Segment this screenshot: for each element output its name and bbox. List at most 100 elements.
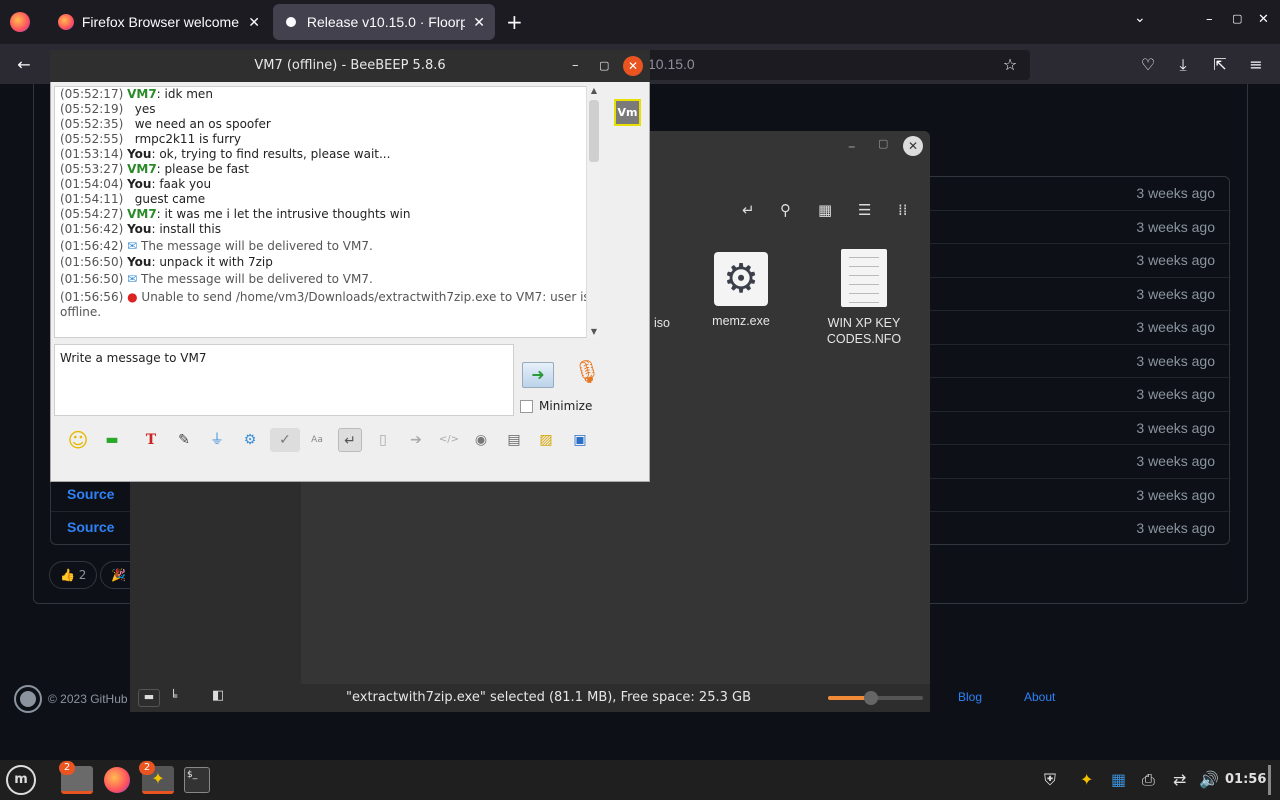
clock[interactable]: 01:56 <box>1225 772 1266 787</box>
compact-view-icon[interactable]: ⁞⁞ <box>898 201 908 219</box>
list-view-icon[interactable]: ☰ <box>858 201 871 219</box>
scrollbar-thumb[interactable] <box>589 100 599 162</box>
spellcheck-icon[interactable]: ✓ <box>270 428 300 452</box>
tab-release[interactable]: Release v10.15.0 · Floorp-P ✕ <box>273 4 495 40</box>
path-toggle-icon[interactable]: ↵ <box>742 201 755 219</box>
tree-icon[interactable]: ╘ <box>170 689 177 703</box>
maximize-icon[interactable]: ▢ <box>599 50 609 82</box>
new-tab-button[interactable]: + <box>506 10 523 34</box>
minimize-window-icon[interactable]: – <box>1206 12 1213 27</box>
reaction-thumbs-up[interactable]: 👍 2 <box>49 561 98 589</box>
pocket-icon[interactable]: ♡ <box>1137 54 1159 76</box>
tab-firefox-welcome[interactable]: Firefox Browser welcome p ✕ <box>48 4 270 40</box>
chat-message: (05:54:27) VM7: it was me i let the intr… <box>60 207 411 221</box>
beebeep-tray-icon[interactable]: ✦ <box>1080 770 1093 789</box>
file-item[interactable]: WIN XP KEY CODES.NFO <box>809 249 919 347</box>
tab-title: Release v10.15.0 · Floorp-P <box>306 14 466 30</box>
close-icon[interactable]: ✕ <box>903 136 923 156</box>
asset-date: 3 weeks ago <box>1136 185 1215 201</box>
download-icon[interactable]: ⤓ <box>1172 54 1194 76</box>
back-icon[interactable]: ← <box>13 54 35 76</box>
color-picker-icon[interactable]: ✎ <box>172 428 196 452</box>
minimize-label: Minimize <box>539 399 593 413</box>
chat-message: (05:52:17) VM7: idk men <box>60 87 213 101</box>
error-icon: ● <box>127 290 138 304</box>
chat-history[interactable]: (05:52:17) VM7: idk men (05:52:19) yes (… <box>54 86 601 338</box>
window-icon[interactable]: ▤ <box>502 428 526 452</box>
show-desktop-button[interactable] <box>1268 765 1271 795</box>
footer-link-blog[interactable]: Blog <box>958 690 982 704</box>
hamburger-menu-icon[interactable]: ≡ <box>1245 54 1267 76</box>
close-tab-icon[interactable]: ✕ <box>248 14 260 31</box>
firefox-taskbar-icon[interactable] <box>104 767 130 793</box>
chat-message: (01:56:56) ● Unable to send /home/vm3/Do… <box>60 290 590 304</box>
places-icon[interactable]: ▬ <box>138 689 160 707</box>
list-tabs-icon[interactable]: ⌄ <box>1134 10 1146 26</box>
file-manager-sidebar <box>130 480 301 685</box>
asset-date: 3 weeks ago <box>1136 252 1215 268</box>
file-item[interactable]: ⚙ memz.exe <box>686 252 796 328</box>
file-icon[interactable]: ▯ <box>371 428 395 452</box>
icon-view-icon[interactable]: ▦ <box>818 201 832 219</box>
shield-icon[interactable]: ⛨ <box>1044 770 1056 790</box>
terminal-taskbar-icon[interactable]: $_ <box>184 767 210 793</box>
asset-date: 3 weeks ago <box>1136 285 1215 302</box>
word-complete-icon[interactable]: Aa <box>305 428 329 452</box>
nudge-icon[interactable]: ▬ <box>100 428 124 452</box>
zoom-slider-knob[interactable] <box>863 691 878 705</box>
send-button[interactable]: ➜ <box>522 362 554 388</box>
chat-message: (01:56:50) ✉ The message will be deliver… <box>60 272 373 286</box>
font-icon[interactable]: T <box>139 428 163 452</box>
github-logo-icon[interactable] <box>14 685 42 713</box>
notification-badge: 2 <box>139 761 155 775</box>
asset-name-link[interactable]: Source <box>67 519 114 535</box>
microphone-icon[interactable]: 🎙 <box>573 360 601 390</box>
zoom-slider[interactable] <box>828 691 923 705</box>
maximize-window-icon[interactable]: ▢ <box>1232 12 1242 25</box>
sidebar-toggle-icon[interactable]: ◧ <box>212 688 224 703</box>
gear-icon: ⚙ <box>714 252 768 306</box>
chat-scrollbar[interactable]: ▲ ▼ <box>586 86 601 338</box>
asset-date: 3 weeks ago <box>1136 419 1215 436</box>
minimize-icon[interactable]: – <box>848 137 856 155</box>
volume-icon[interactable]: 🔊 <box>1199 770 1219 789</box>
close-window-icon[interactable]: ✕ <box>1258 12 1269 27</box>
screenshot-icon[interactable]: ◉ <box>469 428 493 452</box>
user-avatar[interactable]: Vm <box>614 99 641 126</box>
notes-icon[interactable]: ▨ <box>534 428 558 452</box>
scroll-down-icon[interactable]: ▼ <box>587 327 601 336</box>
chat-message: (01:56:42) You: install this <box>60 222 221 236</box>
bookmark-star-icon[interactable]: ☆ <box>999 54 1021 76</box>
asset-date: 3 weeks ago <box>1136 386 1215 402</box>
footer-copyright: © 2023 GitHub <box>48 692 128 706</box>
settings-gear-icon[interactable]: ⚙ <box>238 428 262 452</box>
enter-send-icon[interactable]: ↵ <box>338 428 362 452</box>
scroll-up-icon[interactable]: ▲ <box>587 86 601 95</box>
asset-date: 3 weeks ago <box>1136 218 1215 235</box>
maximize-icon[interactable]: ▢ <box>878 137 888 150</box>
code-icon[interactable]: </> <box>437 428 461 452</box>
message-input[interactable]: Write a message to VM7 <box>54 344 514 416</box>
windows-icon[interactable]: ▦ <box>1111 770 1126 789</box>
asset-name-link[interactable]: Source <box>67 486 114 502</box>
chat-message: (05:53:27) VM7: please be fast <box>60 162 250 176</box>
mint-menu-icon[interactable]: m <box>6 765 36 795</box>
footer: © 2023 GitHub <box>14 685 128 713</box>
footer-link-about[interactable]: About <box>1024 690 1055 704</box>
filter-icon[interactable]: ⏚ <box>205 428 229 452</box>
chat-message: offline. <box>60 305 102 319</box>
file-name: WIN XP KEY CODES.NFO <box>826 316 902 346</box>
minimize-checkbox[interactable] <box>520 400 533 413</box>
url-bar[interactable]: 10.15.0 <box>640 50 1030 80</box>
printer-icon[interactable]: ⎙ <box>1142 770 1155 790</box>
search-icon[interactable]: ⚲ <box>780 201 791 219</box>
close-icon[interactable]: ✕ <box>623 56 643 76</box>
minimize-icon[interactable]: – <box>572 50 579 82</box>
extensions-icon[interactable]: ⇱ <box>1209 54 1231 76</box>
save-icon[interactable]: ▣ <box>568 428 592 452</box>
network-icon[interactable]: ⇄ <box>1173 770 1186 789</box>
close-tab-icon[interactable]: ✕ <box>473 14 485 31</box>
firefox-menu-icon[interactable] <box>10 12 30 32</box>
send-file-icon[interactable]: ➔ <box>404 428 428 452</box>
emoticon-icon[interactable]: ☺ <box>66 428 90 452</box>
